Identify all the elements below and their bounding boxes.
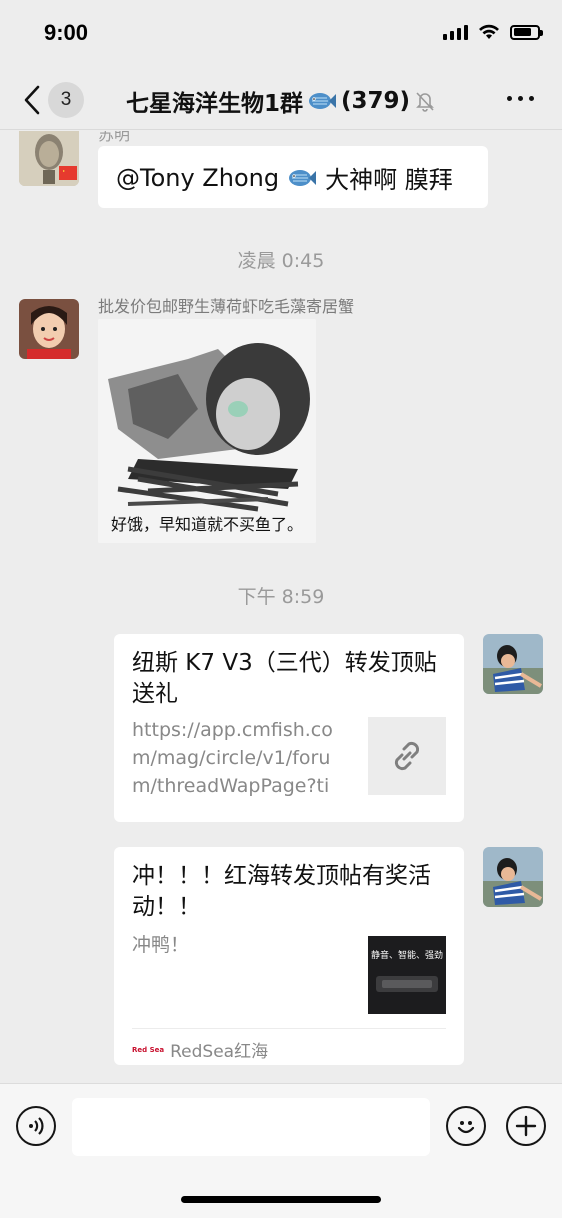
avatar[interactable] [483, 847, 543, 907]
sticker-image[interactable]: 好饿，早知道就不买鱼了。 [98, 319, 316, 543]
plus-icon [515, 1115, 537, 1137]
emoji-button[interactable] [446, 1106, 486, 1146]
sticker-caption: 好饿，早知道就不买鱼了。 [110, 515, 303, 534]
chevron-left-icon [24, 85, 40, 115]
thumbnail-text: 静音、智能、强劲 [370, 951, 443, 961]
avatar[interactable] [19, 299, 79, 359]
group-name: 七星海洋生物1群 [125, 91, 303, 117]
message-input[interactable] [72, 1098, 430, 1156]
link-card-url: https://app.cmfish.com/mag/circle/v1/for… [132, 719, 333, 797]
message-bubble[interactable]: @Tony Zhong 大神啊 膜拜 [98, 146, 488, 208]
avatar[interactable] [19, 131, 79, 186]
back-button[interactable]: 3 [20, 82, 90, 118]
link-source: Red Sea RedSea红海 [132, 1037, 268, 1062]
more-functions-button[interactable] [506, 1106, 546, 1146]
smiley-icon [457, 1121, 475, 1134]
link-card[interactable]: 纽斯 K7 V3（三代）转发顶贴送礼 https://app.cmfish.co… [114, 634, 464, 822]
link-card[interactable]: 冲！！！红海转发顶帖有奖活动！！ 冲鸭！ 静音、智能、强劲 Red Sea Re… [114, 847, 464, 1065]
cellular-signal-icon [443, 24, 468, 40]
chat-title: 七星海洋生物1群 (379) [120, 84, 442, 118]
member-count: (379) [340, 88, 411, 114]
battery-icon [510, 24, 543, 40]
link-thumbnail [368, 717, 446, 795]
fish-emoji-icon [289, 169, 317, 186]
divider [132, 1028, 446, 1029]
link-thumbnail: 静音、智能、强劲 [368, 936, 446, 1014]
more-options-button[interactable] [507, 96, 534, 101]
time-divider: 下午 8:59 [237, 586, 325, 608]
chat-header: 3 七星海洋生物1群 (379) [0, 68, 562, 130]
voice-icon [29, 1117, 44, 1135]
fish-emoji-icon [308, 93, 336, 109]
message-list[interactable]: 苏明 @Tony Zhong 大神啊 膜拜 凌晨 0:45 批发价包邮野生薄荷虾… [0, 131, 562, 1083]
status-icons [443, 24, 543, 40]
status-time: 9:00 [44, 20, 89, 45]
link-card-description: 冲鸭！ [132, 934, 190, 956]
avatar[interactable] [483, 634, 543, 694]
wifi-icon [479, 24, 499, 39]
redsea-logo-icon: Red Sea [132, 1045, 165, 1054]
mention-text: @Tony Zhong [116, 163, 280, 192]
time-divider: 凌晨 0:45 [237, 250, 325, 272]
voice-input-button[interactable] [16, 1106, 56, 1146]
link-icon [394, 741, 420, 771]
status-bar: 9:00 [0, 0, 562, 68]
unread-count-badge: 3 [48, 82, 84, 118]
link-source-name: RedSea红海 [170, 1042, 269, 1062]
mute-bell-icon [416, 92, 434, 112]
sender-name: 批发价包邮野生薄荷虾吃毛藻寄居蟹 [98, 297, 355, 316]
sender-name: 苏明 [98, 131, 131, 144]
message-text: 大神啊 膜拜 [325, 166, 453, 194]
link-card-title: 纽斯 K7 V3（三代）转发顶贴送礼 [132, 650, 437, 707]
home-indicator[interactable] [181, 1196, 381, 1203]
link-card-title: 冲！！！红海转发顶帖有奖活动！！ [132, 863, 431, 920]
